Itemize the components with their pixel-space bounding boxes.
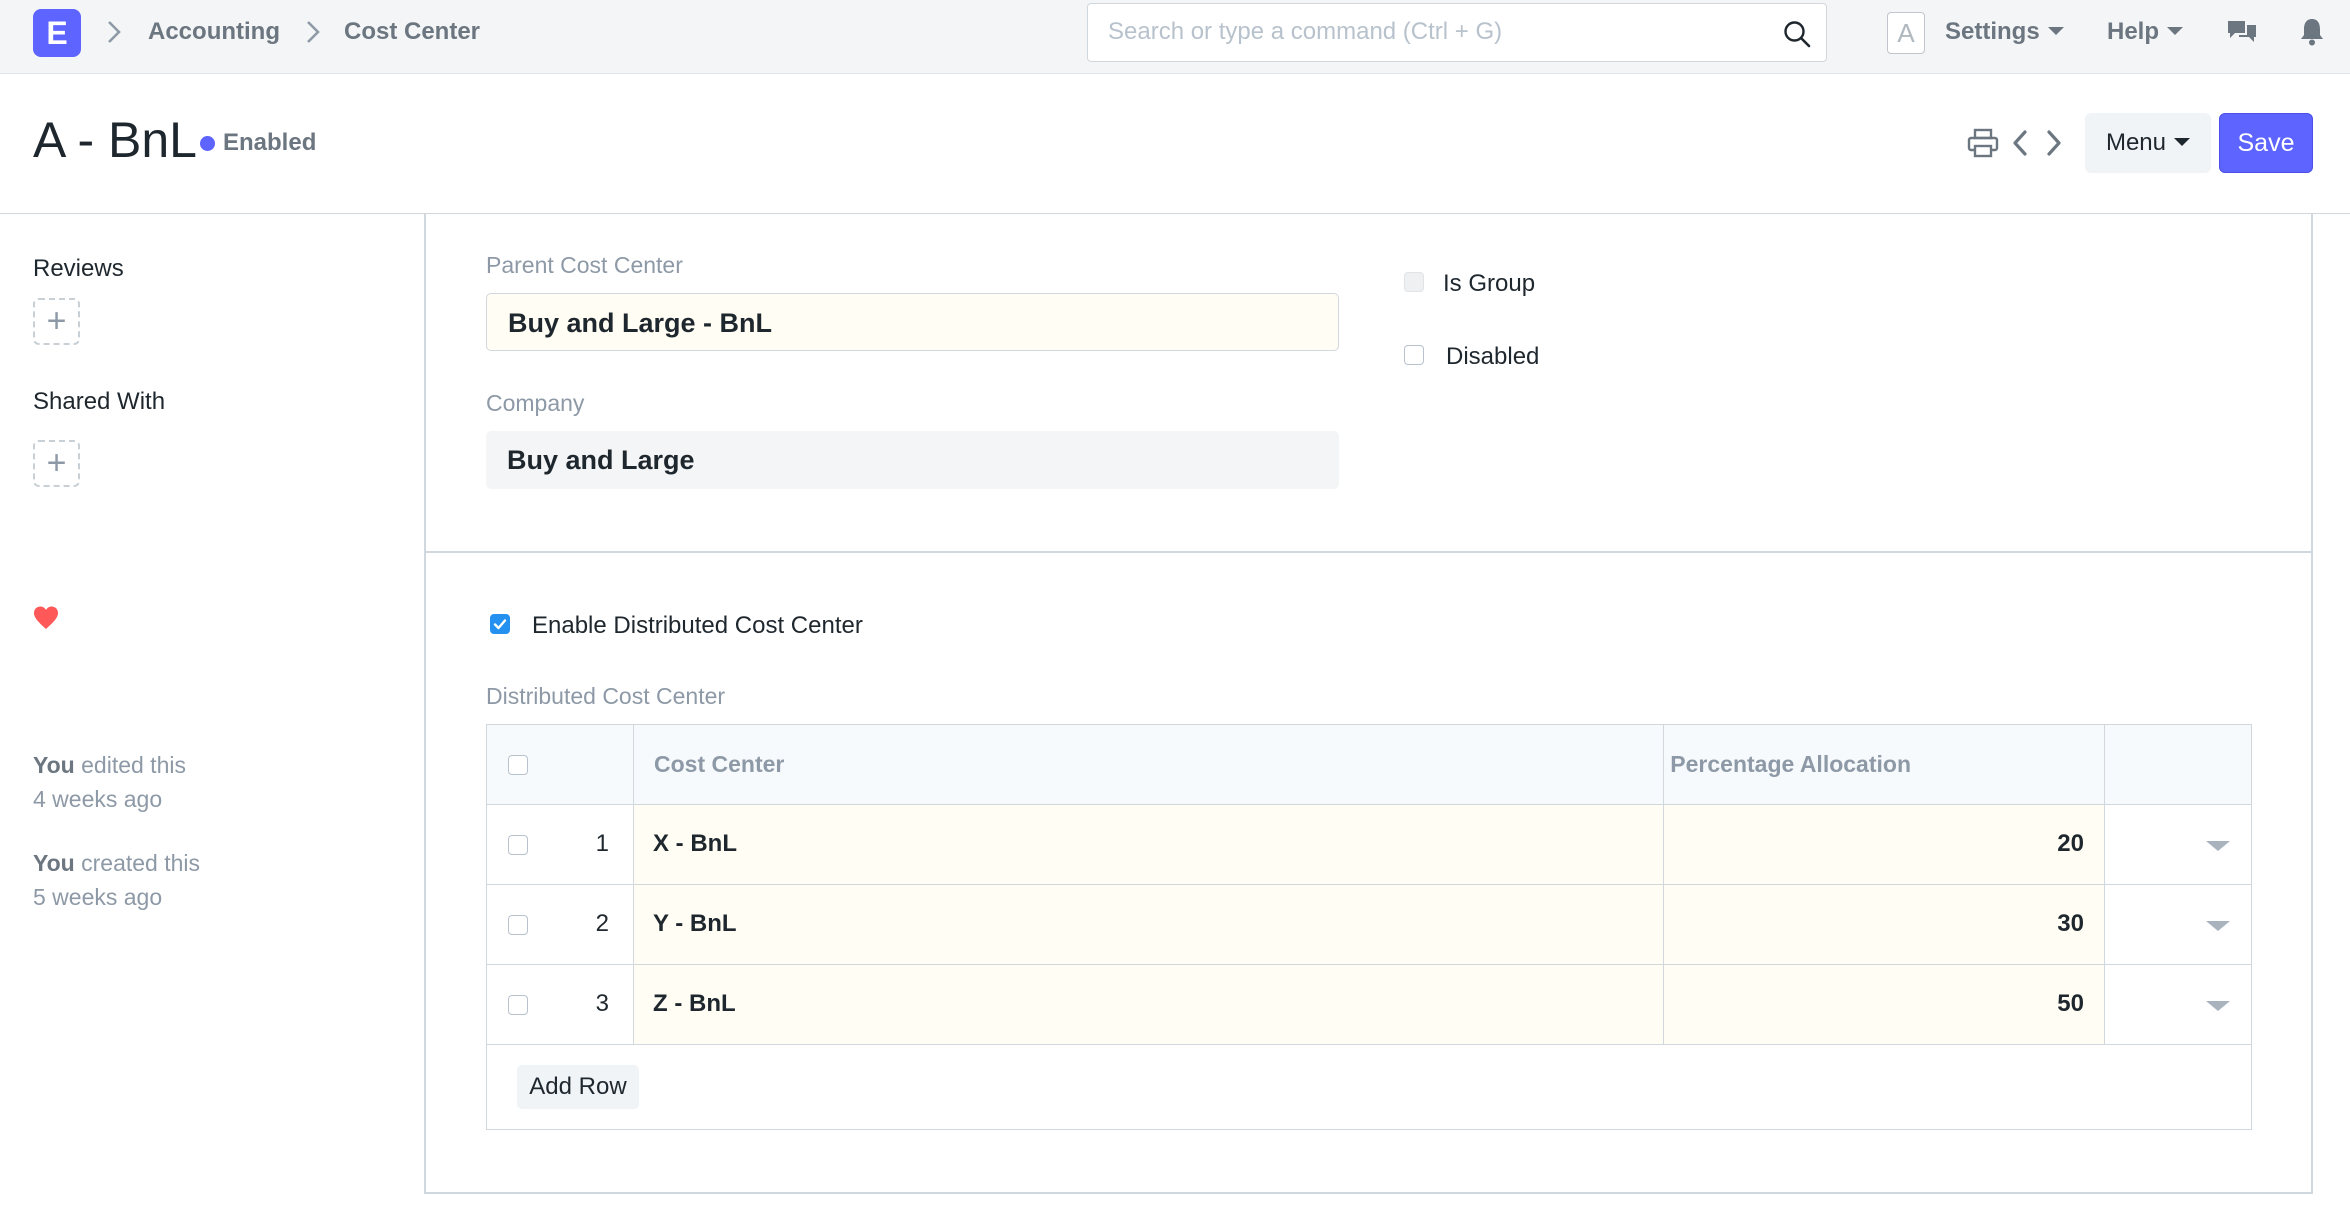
disabled-checkbox[interactable]: [1404, 345, 1424, 365]
column-header-cost-center: Cost Center: [654, 751, 785, 777]
chat-icon[interactable]: [2226, 16, 2258, 48]
timeline-actor: You: [33, 850, 75, 876]
heart-icon[interactable]: [33, 605, 59, 631]
bell-icon[interactable]: [2296, 16, 2328, 48]
section-divider: [426, 551, 2311, 553]
cost-center-cell[interactable]: Z - BnL: [634, 965, 1663, 1044]
company-field: Buy and Large: [486, 431, 1339, 489]
timeline-action: created this: [74, 850, 201, 876]
column-header-percentage-allocation: Percentage Allocation: [1670, 751, 1911, 777]
save-button[interactable]: Save: [2219, 113, 2313, 173]
add-review-button[interactable]: +: [33, 298, 80, 345]
disabled-label: Disabled: [1446, 343, 1540, 370]
enable-distributed-cost-center-checkbox[interactable]: [490, 614, 510, 634]
timeline-time: 5 weeks ago: [33, 884, 163, 910]
navbar: E Accounting Cost Center A Settings Help: [0, 0, 2350, 74]
is-group-label: Is Group: [1443, 270, 1536, 297]
print-icon[interactable]: [1966, 126, 2000, 160]
table-row[interactable]: 2 Y - BnL 30: [487, 885, 2251, 965]
timeline-action: edited this: [74, 752, 186, 778]
row-expand-caret-icon[interactable]: [2206, 921, 2230, 931]
timeline-item: You created this 5 weeks ago: [33, 846, 200, 914]
enable-distributed-cost-center-label: Enable Distributed Cost Center: [532, 612, 863, 639]
page-head: A - BnL Enabled Menu Save: [0, 74, 2350, 214]
distributed-cost-center-label: Distributed Cost Center: [486, 683, 726, 709]
cost-center-cell[interactable]: X - BnL: [634, 805, 1663, 884]
status-indicator-dot: [200, 136, 215, 151]
page-title: A - BnL: [33, 112, 197, 168]
table-header: Cost Center Percentage Allocation: [487, 725, 2251, 805]
settings-dropdown[interactable]: Settings: [1945, 17, 2064, 47]
timeline-time: 4 weeks ago: [33, 786, 163, 812]
reviews-label: Reviews: [33, 255, 124, 282]
caret-down-icon: [2047, 26, 2064, 35]
search-icon[interactable]: [1782, 19, 1812, 49]
menu-label: Menu: [2105, 129, 2167, 156]
is-group-checkbox: [1404, 272, 1424, 292]
app-logo[interactable]: E: [33, 9, 81, 57]
shared-with-label: Shared With: [33, 388, 166, 415]
breadcrumb-accounting[interactable]: Accounting: [148, 17, 280, 47]
search-bar: [1087, 3, 1827, 62]
caret-down-icon: [2174, 137, 2191, 146]
percentage-allocation-value: 20: [2057, 830, 2084, 857]
percentage-allocation-value: 30: [2057, 910, 2084, 937]
timeline-item: You edited this 4 weeks ago: [33, 748, 186, 816]
company-label: Company: [486, 390, 585, 416]
cost-center-cell[interactable]: Y - BnL: [634, 885, 1663, 964]
breadcrumb-cost-center[interactable]: Cost Center: [344, 17, 480, 47]
percentage-allocation-cell[interactable]: 30: [1664, 885, 2104, 964]
chevron-right-icon: [307, 21, 320, 43]
chevron-right-icon: [108, 21, 121, 43]
add-row-button[interactable]: Add Row: [517, 1065, 639, 1109]
row-index: 1: [595, 830, 609, 857]
cost-center-value: Z - BnL: [653, 990, 736, 1017]
percentage-allocation-cell[interactable]: 50: [1664, 965, 2104, 1044]
search-input[interactable]: [1108, 12, 1768, 52]
check-icon: [493, 619, 507, 630]
status-badge: Enabled: [223, 129, 317, 156]
row-expand-caret-icon[interactable]: [2206, 1001, 2230, 1011]
help-dropdown[interactable]: Help: [2107, 17, 2184, 47]
timeline-actor: You: [33, 752, 75, 778]
row-checkbox[interactable]: [508, 835, 528, 855]
table-row[interactable]: 1 X - BnL 20: [487, 805, 2251, 885]
row-checkbox[interactable]: [508, 915, 528, 935]
cost-center-value: Y - BnL: [653, 910, 737, 937]
caret-down-icon: [2167, 26, 2184, 35]
menu-button[interactable]: Menu: [2085, 113, 2211, 173]
row-index: 3: [595, 990, 609, 1017]
select-all-checkbox[interactable]: [508, 755, 528, 775]
row-checkbox[interactable]: [508, 995, 528, 1015]
add-share-button[interactable]: +: [33, 440, 80, 487]
cost-center-value: X - BnL: [653, 830, 737, 857]
table-row[interactable]: 3 Z - BnL 50: [487, 965, 2251, 1045]
chevron-left-icon[interactable]: [2004, 126, 2038, 160]
chevron-right-icon[interactable]: [2036, 126, 2070, 160]
help-label: Help: [2107, 18, 2160, 45]
parent-cost-center-input[interactable]: Buy and Large - BnL: [486, 293, 1339, 351]
avatar[interactable]: A: [1887, 12, 1925, 54]
settings-label: Settings: [1945, 18, 2040, 45]
row-index: 2: [595, 910, 609, 937]
distributed-cost-center-table: Cost Center Percentage Allocation 1 X - …: [486, 724, 2252, 1130]
form-layout: Parent Cost Center Buy and Large - BnL C…: [424, 214, 2313, 1194]
parent-cost-center-label: Parent Cost Center: [486, 252, 683, 278]
percentage-allocation-cell[interactable]: 20: [1664, 805, 2104, 884]
row-expand-caret-icon[interactable]: [2206, 841, 2230, 851]
percentage-allocation-value: 50: [2057, 990, 2084, 1017]
